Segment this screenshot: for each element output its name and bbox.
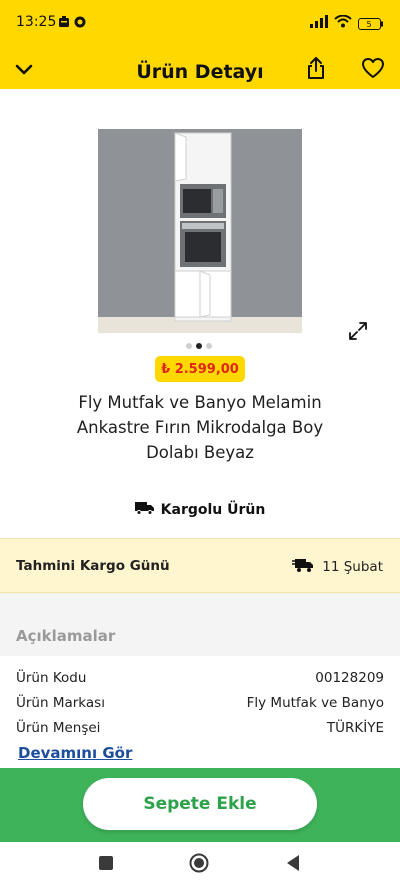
shipping-label: Tahmini Kargo Günü — [16, 558, 170, 574]
app-header: Ürün Detayı — [0, 46, 400, 89]
status-bar: 13:25 5 — [0, 0, 400, 46]
info-row: Ürün Kodu 00128209 — [16, 670, 384, 686]
cargo-label: Kargolu Ürün — [160, 502, 266, 518]
product-title: Fly Mutfak ve Banyo Melamin Ankastre Fır… — [76, 393, 324, 462]
truck-icon — [134, 501, 155, 519]
app-topbar: 13:25 5 Ürün Detayı — [0, 0, 400, 89]
battery-icon: 5 — [358, 15, 384, 34]
recent-apps-button[interactable] — [96, 855, 116, 875]
share-icon — [306, 56, 326, 84]
cta-bar: Sepete Ekle — [0, 768, 400, 842]
signal-icon — [310, 13, 330, 32]
info-row: Ürün Markası Fly Mutfak ve Banyo — [16, 695, 384, 711]
svg-text:5: 5 — [366, 20, 371, 29]
product-image[interactable] — [98, 129, 302, 333]
shipping-date: 11 Şubat — [322, 559, 383, 575]
status-time: 13:25 — [16, 14, 57, 30]
cargo-info: Kargolu Ürün — [0, 501, 400, 519]
info-value: TÜRKİYE — [326, 720, 384, 736]
app-notification-icon — [74, 13, 86, 32]
shipping-date-group: 11 Şubat — [292, 557, 383, 577]
pager-dot[interactable] — [186, 343, 192, 349]
section-divider — [0, 593, 400, 656]
home-circle-icon — [189, 853, 209, 877]
wifi-icon — [334, 13, 352, 32]
shipping-estimate: Tahmini Kargo Günü 11 Şubat — [0, 538, 400, 593]
page-title: Ürün Detayı — [136, 61, 264, 83]
info-label: Ürün Menşei — [16, 720, 101, 736]
description-title: Açıklamalar — [16, 627, 116, 645]
pager-dot[interactable] — [206, 343, 212, 349]
heart-icon — [361, 57, 385, 83]
show-more-link[interactable]: Devamını Gör — [18, 744, 132, 762]
share-button[interactable] — [300, 54, 332, 86]
price-badge: ₺ 2.599,00 — [155, 356, 245, 382]
favorite-button[interactable] — [357, 54, 389, 86]
system-nav-bar — [0, 842, 400, 888]
square-icon — [98, 855, 114, 875]
info-label: Ürün Kodu — [16, 670, 87, 686]
home-button[interactable] — [189, 853, 209, 877]
expand-image-button[interactable] — [347, 320, 371, 344]
product-photo — [98, 129, 302, 333]
pager-dot-active[interactable] — [196, 343, 202, 349]
fast-truck-icon — [292, 557, 314, 577]
image-pager — [186, 343, 212, 349]
expand-icon — [347, 322, 369, 346]
add-to-cart-button[interactable]: Sepete Ekle — [83, 778, 317, 830]
info-value: Fly Mutfak ve Banyo — [246, 695, 384, 711]
notification-icon — [58, 13, 70, 32]
back-nav-button[interactable] — [283, 855, 303, 875]
info-label: Ürün Markası — [16, 695, 105, 711]
info-row: Ürün Menşei TÜRKİYE — [16, 720, 384, 736]
info-value: 00128209 — [315, 670, 384, 686]
back-triangle-icon — [285, 854, 301, 876]
